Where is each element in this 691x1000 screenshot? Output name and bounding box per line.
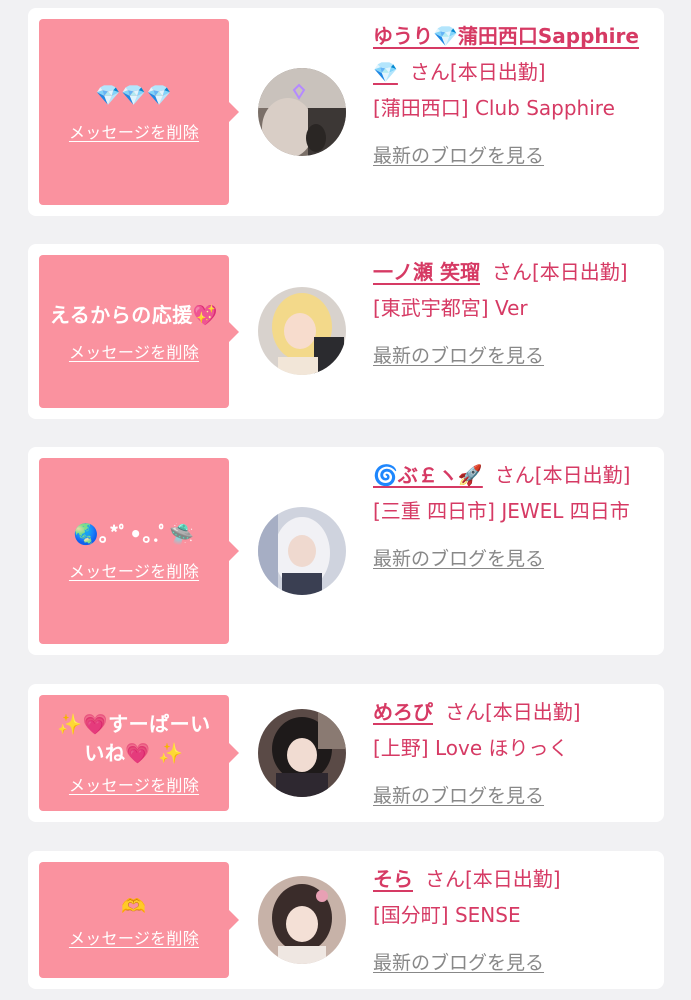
- cast-name-link[interactable]: 一ノ瀬 笑瑠: [373, 260, 480, 284]
- shop-name: [上野] Love ほりっく: [373, 736, 569, 760]
- message-text: ✨💗すーぱーいいね💗 ✨: [57, 712, 211, 765]
- avatar[interactable]: [258, 287, 346, 375]
- cast-name-link[interactable]: 🌀ぶ￡ヽ🚀: [373, 463, 483, 487]
- message-list: 💎💎💎 メッセージを削除 ゆうり💎蒲田西口Sapphire💎 さん[本日出勤] […: [0, 0, 691, 1000]
- avatar[interactable]: [258, 709, 346, 797]
- delete-message-link[interactable]: メッセージを削除: [69, 925, 199, 949]
- latest-blog-link[interactable]: 最新のブログを見る: [373, 338, 653, 374]
- latest-blog-link[interactable]: 最新のブログを見る: [373, 778, 653, 814]
- message-bubble: 🌏｡*ﾟ•｡.ﾟ🛸 メッセージを削除: [39, 458, 239, 644]
- cast-name-link[interactable]: めろぴ: [373, 700, 433, 724]
- avatar[interactable]: [258, 876, 346, 964]
- message-bubble: 💎💎💎 メッセージを削除: [39, 19, 239, 205]
- shop-name: [東武宇都宮] Ver: [373, 296, 528, 320]
- cast-status: さん[本日出勤]: [409, 60, 546, 84]
- message-text: えるからの応援💖: [49, 302, 219, 327]
- list-item: 🫶 メッセージを削除 そら さん[本日出勤] [国分町] SENSE 最新のブログ…: [28, 851, 664, 989]
- latest-blog-link[interactable]: 最新のブログを見る: [373, 541, 653, 577]
- latest-blog-link[interactable]: 最新のブログを見る: [373, 138, 653, 174]
- message-bubble: ✨💗すーぱーいいね💗 ✨ メッセージを削除: [39, 695, 239, 811]
- delete-message-link[interactable]: メッセージを削除: [69, 772, 199, 796]
- delete-message-link[interactable]: メッセージを削除: [69, 558, 199, 582]
- avatar[interactable]: [258, 68, 346, 156]
- cast-info: めろぴ さん[本日出勤] [上野] Love ほりっく 最新のブログを見る: [373, 694, 653, 814]
- shop-name: [蒲田西口] Club Sapphire: [373, 96, 615, 120]
- message-bubble: 🫶 メッセージを削除: [39, 862, 239, 978]
- message-text: 🌏｡*ﾟ•｡.ﾟ🛸: [73, 522, 195, 546]
- cast-status: さん[本日出勤]: [494, 463, 631, 487]
- list-item: えるからの応援💖 メッセージを削除 一ノ瀬 笑瑠 さん[本日出勤] [東武宇都宮]…: [28, 244, 664, 419]
- cast-name-link[interactable]: そら: [373, 867, 413, 891]
- shop-name: [国分町] SENSE: [373, 903, 521, 927]
- cast-info: ゆうり💎蒲田西口Sapphire💎 さん[本日出勤] [蒲田西口] Club Sa…: [373, 18, 653, 174]
- cast-status: さん[本日出勤]: [425, 867, 561, 891]
- message-text: 💎💎💎: [95, 83, 173, 107]
- avatar[interactable]: [258, 507, 346, 595]
- cast-status: さん[本日出勤]: [491, 260, 628, 284]
- delete-message-link[interactable]: メッセージを削除: [69, 339, 199, 363]
- latest-blog-link[interactable]: 最新のブログを見る: [373, 945, 653, 981]
- cast-status: さん[本日出勤]: [445, 700, 581, 724]
- list-item: 💎💎💎 メッセージを削除 ゆうり💎蒲田西口Sapphire💎 さん[本日出勤] […: [28, 8, 664, 216]
- message-text: 🫶: [121, 893, 147, 918]
- cast-info: そら さん[本日出勤] [国分町] SENSE 最新のブログを見る: [373, 861, 653, 981]
- message-bubble: えるからの応援💖 メッセージを削除: [39, 255, 239, 408]
- list-item: 🌏｡*ﾟ•｡.ﾟ🛸 メッセージを削除 🌀ぶ￡ヽ🚀 さん[本日出勤] [三重 四日市…: [28, 447, 664, 655]
- cast-info: 一ノ瀬 笑瑠 さん[本日出勤] [東武宇都宮] Ver 最新のブログを見る: [373, 254, 653, 374]
- cast-info: 🌀ぶ￡ヽ🚀 さん[本日出勤] [三重 四日市] JEWEL 四日市 最新のブログを…: [373, 457, 653, 577]
- delete-message-link[interactable]: メッセージを削除: [69, 119, 199, 143]
- shop-name: [三重 四日市] JEWEL 四日市: [373, 499, 630, 523]
- list-item: ✨💗すーぱーいいね💗 ✨ メッセージを削除 めろぴ さん[本日出勤] [上野] L…: [28, 684, 664, 822]
